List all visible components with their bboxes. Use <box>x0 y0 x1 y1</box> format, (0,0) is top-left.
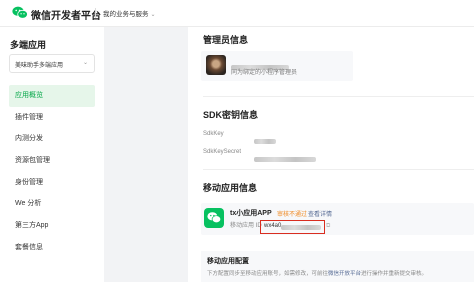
sidebar: 多端应用 美味助手多端应用 ⌄ 应用概览 插件管理 内测分发 资源包管理 身份管… <box>0 27 104 282</box>
config-desc: 下方配置同步至移动应用账号，如需修改，可前往微信开放平台进行操作并重新提交审核。 <box>207 269 427 277</box>
sidebar-item-resource-packages[interactable]: 资源包管理 <box>9 150 95 172</box>
config-desc-suffix: 进行操作并重新提交审核。 <box>361 271 428 277</box>
mobile-app-heading: 移动应用信息 <box>203 183 258 193</box>
sidebar-item-overview[interactable]: 应用概览 <box>9 85 95 107</box>
business-switcher-label: 我的业务与服务 <box>103 11 149 18</box>
sdkkey-value-redacted <box>254 131 276 149</box>
mobile-app-name: tx小应用APP <box>230 210 272 217</box>
sidebar-title: 多端应用 <box>10 40 47 50</box>
app-select[interactable]: 美味助手多端应用 ⌄ <box>9 54 95 73</box>
open-platform-link[interactable]: 微信开放平台 <box>328 271 361 277</box>
admin-heading: 管理员信息 <box>203 35 249 45</box>
admin-desc: 同为绑定的小程序管理员 <box>231 70 298 76</box>
sidebar-item-third-party-app[interactable]: 第三方App <box>9 215 95 237</box>
wechat-app-icon <box>204 208 224 228</box>
divider <box>203 169 474 170</box>
app-select-value: 美味助手多端应用 <box>15 63 64 69</box>
business-switcher[interactable]: 我的业务与服务 ⌄ <box>103 8 156 18</box>
copy-icon[interactable]: ⧉ <box>326 223 330 230</box>
content-card: 管理员信息 同为绑定的小程序管理员 SDK密钥信息 SdkKey SdkKeyS… <box>188 27 474 282</box>
admin-box: 同为绑定的小程序管理员 <box>201 51 353 81</box>
mobile-app-id-redacted <box>281 225 321 230</box>
mobile-app-box: tx小应用APP 审核不通过 查看详情 移动应用 ID <box>201 203 474 235</box>
chevron-down-icon: ⌄ <box>82 60 88 66</box>
sidebar-menu: 应用概览 插件管理 内测分发 资源包管理 身份管理 We 分析 第三方App 套… <box>9 85 95 259</box>
sdkkey-label: SdkKey <box>203 131 224 137</box>
review-status-badge: 审核不通过 <box>277 212 308 218</box>
divider <box>203 96 474 97</box>
sdk-heading: SDK密钥信息 <box>203 110 259 120</box>
sidebar-item-beta-distribution[interactable]: 内测分发 <box>9 128 95 150</box>
sidebar-item-plan-info[interactable]: 套餐信息 <box>9 237 95 259</box>
avatar <box>206 55 226 75</box>
config-box: 移动应用配置 下方配置同步至移动应用账号，如需修改，可前往微信开放平台进行操作并… <box>201 251 474 282</box>
mobile-app-id-highlight: wx4a0 <box>260 220 325 234</box>
config-title: 移动应用配置 <box>207 258 249 265</box>
wechat-logo-icon <box>12 6 28 19</box>
mobile-app-id-value: wx4a0 <box>264 223 282 229</box>
sidebar-item-identity[interactable]: 身份管理 <box>9 172 95 194</box>
chevron-down-icon: ⌄ <box>150 12 156 18</box>
view-details-link[interactable]: 查看详情 <box>308 209 332 218</box>
sdkkeysecret-value-redacted <box>254 149 316 167</box>
sidebar-item-we-analytics[interactable]: We 分析 <box>9 193 95 215</box>
config-desc-prefix: 下方配置同步至移动应用账号，如需修改，可前往 <box>207 271 329 277</box>
sidebar-item-plugins[interactable]: 插件管理 <box>9 107 95 129</box>
sdkkeysecret-label: SdkKeySecret <box>203 149 242 155</box>
main-area: 管理员信息 同为绑定的小程序管理员 SDK密钥信息 SdkKey SdkKeyS… <box>104 27 474 282</box>
top-bar: 微信开发者平台 我的业务与服务 ⌄ <box>0 0 474 27</box>
divider <box>95 8 96 18</box>
mobile-app-id-label: 移动应用 ID <box>230 223 262 229</box>
platform-title[interactable]: 微信开发者平台 <box>31 7 101 22</box>
